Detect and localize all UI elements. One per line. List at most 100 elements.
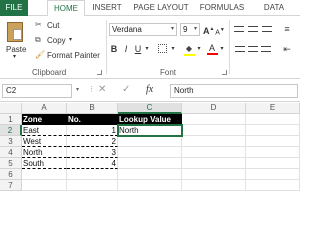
worksheet-grid: A B C D E 1 2 3 4 5 6 7 Zone No. Lookup … — [0, 103, 300, 215]
tab-insert[interactable]: INSERT — [88, 0, 126, 16]
font-name-value: Verdana — [112, 25, 142, 34]
cell-d5[interactable] — [182, 158, 246, 169]
cut-label: Cut — [47, 21, 60, 30]
ribbon: Paste ▾ ✂ Cut ⧉ Copy ▾ 🖌 Format Painter … — [0, 16, 300, 79]
row-header-7[interactable]: 7 — [0, 180, 22, 191]
row-header-3[interactable]: 3 — [0, 136, 22, 147]
cell-a3[interactable]: West — [22, 136, 67, 147]
chevron-down-icon[interactable]: ▾ — [76, 86, 79, 93]
chevron-down-icon[interactable]: ▾ — [196, 44, 202, 54]
cell-e4[interactable] — [246, 147, 300, 158]
horizontal-align-icons[interactable] — [233, 44, 273, 54]
cell-a6[interactable] — [22, 169, 67, 180]
formula-input[interactable]: North — [170, 84, 298, 98]
name-box[interactable]: C2 — [2, 84, 72, 98]
cell-b1[interactable]: No. — [67, 114, 118, 125]
wrap-icon[interactable]: ≡ — [278, 24, 296, 34]
copy-button[interactable]: ⧉ Copy ▾ — [35, 35, 75, 46]
scissors-icon: ✂ — [35, 20, 42, 29]
row-header-2[interactable]: 2 — [0, 125, 22, 136]
cell-b4[interactable]: 3 — [67, 147, 118, 158]
column-header-b[interactable]: B — [67, 103, 118, 114]
cut-button[interactable]: ✂ Cut — [35, 20, 75, 31]
merge-icon[interactable]: ⇤ — [278, 44, 296, 54]
cell-e1[interactable] — [246, 114, 300, 125]
cell-a2[interactable]: East — [22, 125, 67, 136]
row-header-6[interactable]: 6 — [0, 169, 22, 180]
bold-button[interactable]: B — [109, 44, 119, 54]
cell-e5[interactable] — [246, 158, 300, 169]
decrease-font-icon[interactable]: A▼ — [215, 25, 225, 38]
clipboard-launcher-icon[interactable] — [97, 70, 102, 75]
cell-c5[interactable] — [118, 158, 182, 169]
format-painter-button[interactable]: 🖌 Format Painter — [35, 50, 105, 61]
group-divider — [229, 20, 230, 74]
cell-a7[interactable] — [22, 180, 67, 191]
fill-color-icon[interactable]: ◆ — [182, 43, 196, 56]
cell-b3[interactable]: 2 — [67, 136, 118, 147]
brush-icon: 🖌 — [35, 50, 46, 59]
font-color-icon[interactable]: A — [205, 43, 219, 55]
cell-e3[interactable] — [246, 136, 300, 147]
column-header-c[interactable]: C — [118, 103, 182, 114]
cell-b2[interactable]: 1 — [67, 125, 118, 136]
cell-d3[interactable] — [182, 136, 246, 147]
cancel-icon[interactable]: ✕ — [98, 84, 106, 95]
cell-c2[interactable]: North — [118, 125, 182, 136]
cell-b6[interactable] — [67, 169, 118, 180]
ribbon-tab-bar: FILE HOME INSERT PAGE LAYOUT FORMULAS DA… — [0, 0, 300, 17]
paste-label: Paste — [6, 45, 27, 54]
font-size-value: 9 — [183, 25, 188, 34]
underline-button[interactable]: U — [133, 44, 143, 54]
cell-a5[interactable]: South — [22, 158, 67, 169]
tab-page-layout[interactable]: PAGE LAYOUT — [130, 0, 192, 16]
cell-a1[interactable]: Zone — [22, 114, 67, 125]
cell-d1[interactable] — [182, 114, 246, 125]
copy-label: Copy — [47, 36, 66, 45]
cell-c1[interactable]: Lookup Value — [118, 114, 182, 125]
cell-c4[interactable] — [118, 147, 182, 158]
tab-formulas[interactable]: FORMULAS — [198, 0, 246, 16]
tab-home[interactable]: HOME — [47, 0, 85, 17]
copy-icon: ⧉ — [35, 35, 41, 44]
font-launcher-icon[interactable] — [222, 70, 227, 75]
cell-b5[interactable]: 4 — [67, 158, 118, 169]
cell-d4[interactable] — [182, 147, 246, 158]
drag-handle-icon[interactable]: ⋮ — [88, 85, 95, 93]
enter-icon[interactable]: ✓ — [122, 84, 130, 95]
cell-c6[interactable] — [118, 169, 182, 180]
select-all-corner[interactable] — [0, 103, 22, 114]
increase-font-icon[interactable]: A▲ — [203, 24, 214, 36]
insert-function-icon[interactable]: fx — [146, 84, 153, 95]
column-header-a[interactable]: A — [22, 103, 67, 114]
chevron-down-icon[interactable]: ▾ — [144, 44, 150, 54]
cell-d7[interactable] — [182, 180, 246, 191]
formula-bar: C2 ▾ ⋮ ✕ ✓ fx North — [0, 80, 300, 102]
font-size-select[interactable]: 9 ▾ — [180, 23, 200, 36]
row-header-1[interactable]: 1 — [0, 114, 22, 125]
clipboard-group-label: Clipboard — [32, 68, 67, 77]
font-name-select[interactable]: Verdana ▾ — [109, 23, 177, 36]
cell-e2[interactable] — [246, 125, 300, 136]
column-header-e[interactable]: E — [246, 103, 300, 114]
cell-d2[interactable] — [182, 125, 246, 136]
cell-b7[interactable] — [67, 180, 118, 191]
cell-e6[interactable] — [246, 169, 300, 180]
row-header-4[interactable]: 4 — [0, 147, 22, 158]
tab-file[interactable]: FILE — [0, 0, 28, 16]
column-header-d[interactable]: D — [182, 103, 246, 114]
cell-d6[interactable] — [182, 169, 246, 180]
cell-c7[interactable] — [118, 180, 182, 191]
chevron-down-icon[interactable]: ▾ — [170, 44, 176, 54]
tab-data[interactable]: DATA — [258, 0, 290, 16]
chevron-down-icon[interactable]: ▾ — [219, 44, 225, 54]
cell-c3[interactable] — [118, 136, 182, 147]
paste-icon — [7, 22, 23, 42]
row-header-5[interactable]: 5 — [0, 158, 22, 169]
paste-button[interactable]: Paste ▾ — [4, 20, 28, 60]
top-align-icons[interactable] — [233, 24, 273, 34]
cell-a4[interactable]: North — [22, 147, 67, 158]
italic-button[interactable]: I — [121, 44, 131, 54]
borders-icon[interactable] — [155, 44, 169, 55]
cell-e7[interactable] — [246, 180, 300, 191]
